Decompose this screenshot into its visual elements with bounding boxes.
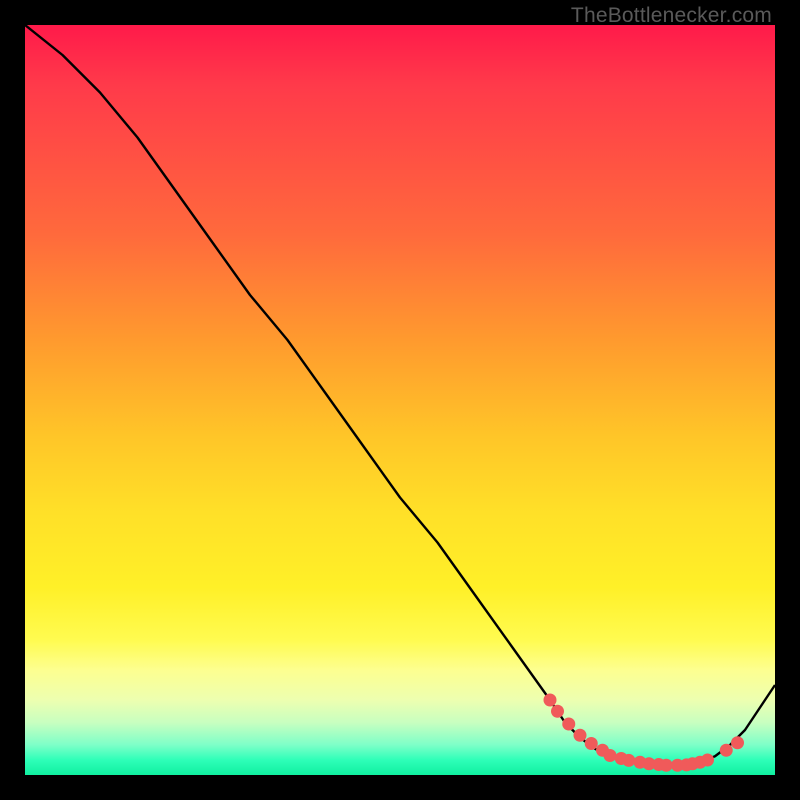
marker-dot [720,744,733,757]
bottleneck-curve [25,25,775,766]
marker-dot [604,749,617,762]
chart-frame: TheBottlenecker.com [0,0,800,800]
marker-dot [622,754,635,767]
marker-dot [660,759,673,772]
marker-dot [544,694,557,707]
attribution-label: TheBottlenecker.com [571,4,772,28]
marker-dot [551,705,564,718]
marker-dot [562,718,575,731]
plot-area [25,25,775,775]
marker-dot [574,729,587,742]
marker-dot [585,737,598,750]
marker-dot [701,754,714,767]
marker-dot [731,736,744,749]
chart-svg [25,25,775,775]
